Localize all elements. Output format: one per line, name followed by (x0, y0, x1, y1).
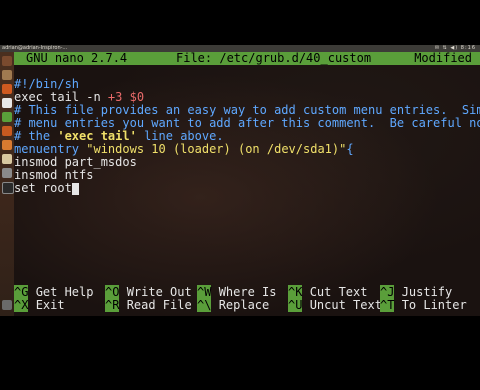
dash-icon[interactable] (2, 56, 12, 66)
trash-icon[interactable] (2, 300, 12, 310)
shortcut-exit[interactable]: ^X Exit (14, 298, 65, 312)
terminal-icon[interactable] (2, 182, 14, 194)
letterbox-top (0, 0, 480, 45)
settings-icon[interactable] (2, 168, 12, 178)
buffer-line: # the 'exec tail' line above. (14, 130, 224, 143)
shortcut-bar: ^G Get Help ^O Write Out ^W Where Is ^K … (14, 285, 480, 312)
firefox-icon[interactable] (2, 84, 12, 94)
buffer-line: insmod part_msdos (14, 156, 137, 169)
office-calc-icon[interactable] (2, 112, 12, 122)
nano-filename: File: /etc/grub.d/40_custom (176, 51, 372, 65)
office-impress-icon[interactable] (2, 126, 12, 136)
buffer-line: insmod ntfs (14, 169, 94, 182)
shortcut-to-linter[interactable]: ^T To Linter (380, 298, 467, 312)
buffer-line: # This file provides an easy way to add … (14, 104, 480, 117)
nano-title-bar: GNU nano 2.7.4 File: /etc/grub.d/40_cust… (14, 52, 480, 65)
letterbox-bottom (0, 316, 480, 360)
nano-version: GNU nano 2.7.4 (26, 51, 128, 65)
terminal-window[interactable]: GNU nano 2.7.4 File: /etc/grub.d/40_cust… (14, 52, 480, 316)
buffer-line: exec tail -n +3 $0 (14, 91, 145, 104)
files-icon[interactable] (2, 70, 12, 80)
shortcut-read-file[interactable]: ^R Read File (105, 298, 192, 312)
software-center-icon[interactable] (2, 140, 12, 150)
amazon-icon[interactable] (2, 154, 12, 164)
shortcut-replace[interactable]: ^\ Replace (197, 298, 269, 312)
shortcut-uncut-text[interactable]: ^U Uncut Text (288, 298, 382, 312)
shortcut-row: ^X Exit ^R Read File ^\ Replace ^U Uncut… (14, 298, 480, 312)
office-writer-icon[interactable] (2, 98, 12, 108)
launcher (0, 52, 15, 316)
buffer-line: menuentry "windows 10 (loader) (on /dev/… (14, 143, 354, 156)
buffer-line: # menu entries you want to add after thi… (14, 117, 480, 130)
nano-modified-status: Modified (414, 51, 472, 65)
editor-buffer[interactable]: #!/bin/sh exec tail -n +3 $0 # This file… (14, 78, 480, 195)
buffer-line: set root (14, 182, 480, 195)
text-cursor (71, 182, 79, 195)
buffer-line: #!/bin/sh (14, 78, 80, 91)
